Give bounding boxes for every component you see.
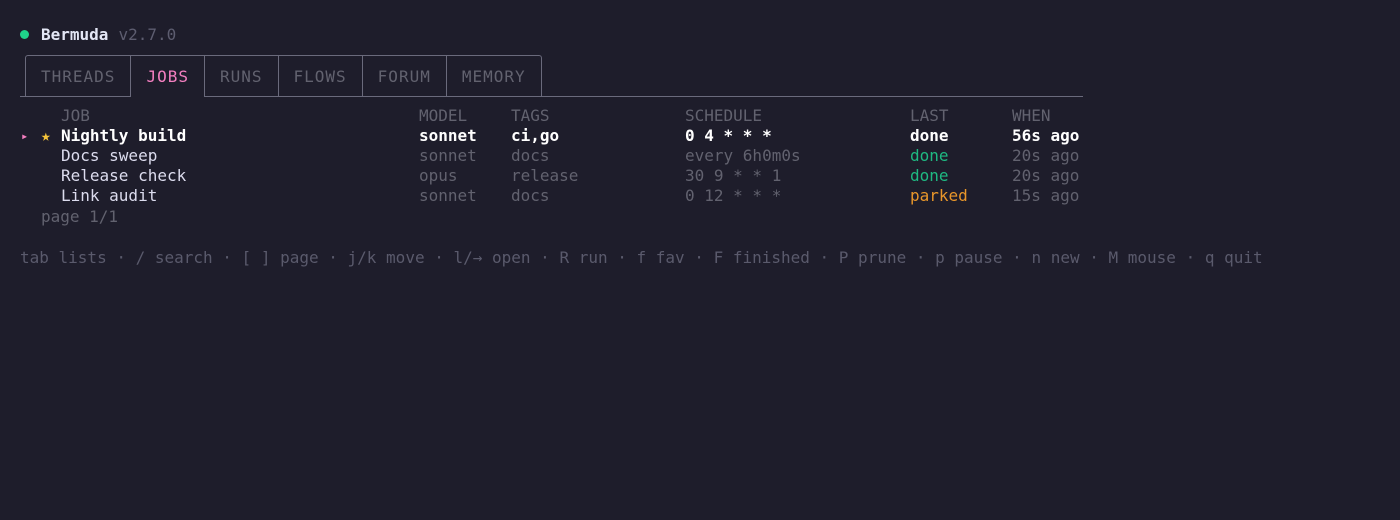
job-name: Link audit xyxy=(61,186,158,205)
job-model: sonnet xyxy=(419,126,477,145)
tab-forum[interactable]: FORUM xyxy=(361,55,447,96)
job-tags: release xyxy=(511,166,579,185)
job-when: 15s ago xyxy=(1012,186,1080,205)
tab-flows[interactable]: FLOWS xyxy=(277,55,363,96)
job-last-status: done xyxy=(910,146,949,165)
column-header-model: MODEL xyxy=(419,106,468,125)
status-dot-icon xyxy=(20,29,29,39)
tab-runs[interactable]: RUNS xyxy=(203,55,279,96)
favorite-star-icon: ★ xyxy=(41,126,51,145)
terminal-screen: Bermuda v2.7.0 THREADS JOBS RUNS FLOWS F… xyxy=(0,0,1400,520)
pagination-indicator: page 1/1 xyxy=(41,207,119,226)
job-last-status: done xyxy=(910,126,949,145)
tab-memory[interactable]: MEMORY xyxy=(445,55,542,96)
job-name: Docs sweep xyxy=(61,146,158,165)
job-schedule: every 6h0m0s xyxy=(685,146,801,165)
tab-bar: THREADS JOBS RUNS FLOWS FORUM MEMORY xyxy=(20,55,1083,97)
job-model: sonnet xyxy=(419,146,477,165)
job-name: Release check xyxy=(61,166,187,185)
job-tags: docs xyxy=(511,186,550,205)
job-schedule: 0 12 * * * xyxy=(685,186,782,205)
column-header-when: WHEN xyxy=(1012,106,1051,125)
app-name: Bermuda xyxy=(41,24,109,44)
tab-jobs[interactable]: JOBS xyxy=(130,55,205,97)
job-schedule: 30 9 * * 1 xyxy=(685,166,782,185)
column-header-last: LAST xyxy=(910,106,949,125)
job-when: 56s ago xyxy=(1012,126,1080,145)
job-name: Nightly build xyxy=(61,126,187,145)
column-header-schedule: SCHEDULE xyxy=(685,106,763,125)
column-header-job: JOB xyxy=(61,106,90,125)
title-bar: Bermuda v2.7.0 xyxy=(20,24,176,44)
job-tags: docs xyxy=(511,146,550,165)
job-last-status: parked xyxy=(910,186,968,205)
job-when: 20s ago xyxy=(1012,166,1080,185)
keybinding-help: tab lists · / search · [ ] page · j/k mo… xyxy=(20,248,1263,267)
app-version: v2.7.0 xyxy=(118,24,177,44)
column-header-tags: TAGS xyxy=(511,106,550,125)
selection-caret-icon: ▸ xyxy=(21,129,29,143)
job-model: sonnet xyxy=(419,186,477,205)
job-tags: ci,go xyxy=(511,126,560,145)
job-schedule: 0 4 * * * xyxy=(685,126,772,145)
job-last-status: done xyxy=(910,166,949,185)
job-model: opus xyxy=(419,166,458,185)
job-when: 20s ago xyxy=(1012,146,1080,165)
tab-threads[interactable]: THREADS xyxy=(25,55,132,96)
